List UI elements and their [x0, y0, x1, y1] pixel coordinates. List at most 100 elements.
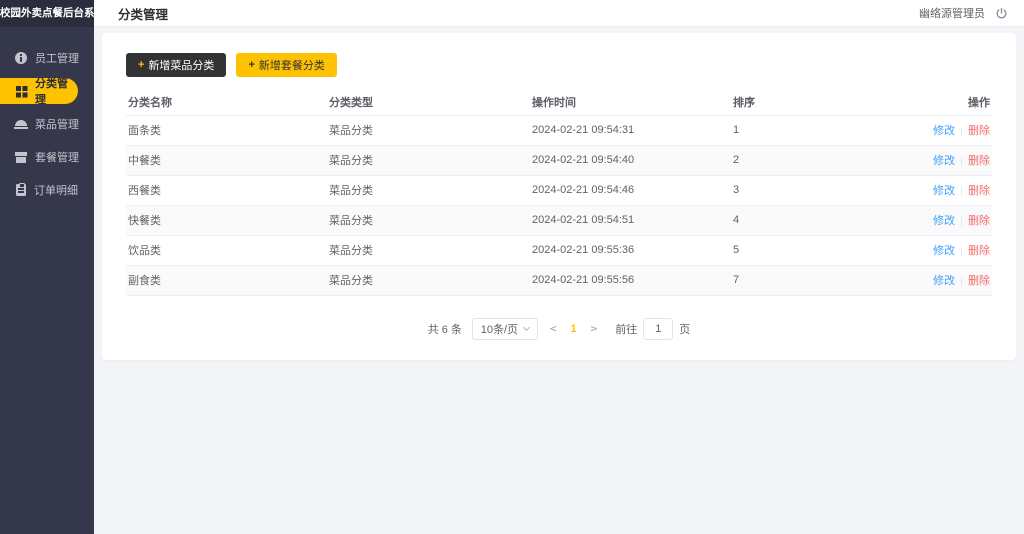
cell-type: 菜品分类	[327, 265, 530, 295]
sidebar-menu: 员工管理 分类管理 菜品管理 套餐管理 订单明细	[0, 27, 94, 203]
cell-name: 中餐类	[126, 145, 327, 175]
cell-sort: 3	[731, 175, 931, 205]
user-info-icon	[15, 52, 27, 64]
cell-type: 菜品分类	[327, 115, 530, 145]
app-title: 校园外卖点餐后台系统	[0, 0, 94, 27]
cell-time: 2024-02-21 09:54:31	[530, 115, 731, 145]
delete-link[interactable]: 删除	[968, 245, 990, 257]
col-time: 操作时间	[530, 89, 731, 115]
chevron-down-icon	[523, 323, 530, 330]
sidebar-item-combos[interactable]: 套餐管理	[0, 144, 94, 170]
table-row: 中餐类菜品分类2024-02-21 09:54:402修改 删除	[126, 145, 992, 175]
cell-time: 2024-02-21 09:54:51	[530, 205, 731, 235]
cell-time: 2024-02-21 09:54:40	[530, 145, 731, 175]
plus-icon: +	[248, 59, 254, 71]
row-actions: 修改 删除	[931, 235, 992, 265]
delete-link[interactable]: 删除	[968, 185, 990, 197]
add-combo-category-button[interactable]: + 新增套餐分类	[236, 53, 336, 77]
pagination-total: 共 6 条	[428, 321, 462, 337]
sidebar-item-label: 菜品管理	[35, 116, 79, 132]
action-divider	[961, 247, 962, 256]
delete-link[interactable]: 删除	[968, 275, 990, 287]
edit-link[interactable]: 修改	[933, 275, 955, 287]
category-table: 分类名称 分类类型 操作时间 排序 操作 面条类菜品分类2024-02-21 0…	[126, 89, 992, 296]
action-divider	[961, 127, 962, 136]
action-divider	[961, 157, 962, 166]
clipboard-icon	[16, 184, 26, 196]
sidebar-item-dishes[interactable]: 菜品管理	[0, 111, 94, 137]
cell-type: 菜品分类	[327, 145, 530, 175]
sidebar-item-label: 员工管理	[35, 50, 79, 66]
edit-link[interactable]: 修改	[933, 245, 955, 257]
sidebar-item-label: 订单明细	[34, 182, 78, 198]
category-card: + 新增菜品分类 + 新增套餐分类 分类名称 分类类型 操作时间	[102, 33, 1016, 360]
cell-name: 快餐类	[126, 205, 327, 235]
row-actions: 修改 删除	[931, 145, 992, 175]
table-row: 饮品类菜品分类2024-02-21 09:55:365修改删除	[126, 235, 992, 265]
goto-page-input[interactable]	[643, 318, 673, 340]
edit-link[interactable]: 修改	[933, 215, 955, 227]
edit-link[interactable]: 修改	[933, 155, 955, 167]
sidebar: 校园外卖点餐后台系统 员工管理 分类管理 菜品管理 套餐管理 订单明细	[0, 0, 94, 534]
cell-type: 菜品分类	[327, 205, 530, 235]
cell-type: 菜品分类	[327, 175, 530, 205]
delete-link[interactable]: 删除	[968, 155, 990, 167]
plus-icon: +	[138, 59, 144, 71]
row-actions: 修改 删除	[931, 205, 992, 235]
action-divider	[961, 277, 962, 286]
action-divider	[961, 187, 962, 196]
cell-sort: 1	[731, 115, 931, 145]
row-actions: 修改 删除	[931, 265, 992, 295]
toolbar: + 新增菜品分类 + 新增套餐分类	[126, 53, 992, 77]
main-area: 分类管理 幽络源管理员 + 新增菜品分类 + 新增套餐分类	[94, 0, 1024, 366]
row-actions: 修改 删除	[931, 175, 992, 205]
page-title: 分类管理	[118, 4, 168, 23]
cell-time: 2024-02-21 09:55:56	[530, 265, 731, 295]
table-row: 副食类菜品分类2024-02-21 09:55:567修改删除	[126, 265, 992, 295]
sidebar-item-categories[interactable]: 分类管理	[0, 78, 78, 104]
table-row: 快餐类菜品分类2024-02-21 09:54:514修改 删除	[126, 205, 992, 235]
delete-link[interactable]: 删除	[968, 215, 990, 227]
add-dish-category-button[interactable]: + 新增菜品分类	[126, 53, 226, 77]
current-page[interactable]: 1	[569, 323, 579, 335]
prev-page-button[interactable]: <	[548, 322, 559, 335]
topbar: 分类管理 幽络源管理员	[94, 0, 1024, 27]
col-actions: 操作	[931, 89, 992, 115]
sidebar-item-label: 分类管理	[35, 75, 78, 107]
content: + 新增菜品分类 + 新增套餐分类 分类名称 分类类型 操作时间	[94, 27, 1024, 366]
sidebar-item-label: 套餐管理	[35, 149, 79, 165]
cell-name: 副食类	[126, 265, 327, 295]
sidebar-item-orders[interactable]: 订单明细	[0, 177, 94, 203]
table-body: 面条类菜品分类2024-02-21 09:54:311修改删除中餐类菜品分类20…	[126, 115, 992, 295]
col-sort: 排序	[731, 89, 931, 115]
cell-name: 饮品类	[126, 235, 327, 265]
cell-sort: 5	[731, 235, 931, 265]
action-divider	[961, 217, 962, 226]
table-row: 面条类菜品分类2024-02-21 09:54:311修改 删除	[126, 115, 992, 145]
logout-power-icon[interactable]	[995, 7, 1008, 20]
edit-link[interactable]: 修改	[933, 185, 955, 197]
col-name: 分类名称	[126, 89, 327, 115]
row-actions: 修改 删除	[931, 115, 992, 145]
cell-time: 2024-02-21 09:54:46	[530, 175, 731, 205]
cell-sort: 4	[731, 205, 931, 235]
gift-icon	[15, 151, 27, 163]
grid-icon	[15, 85, 27, 97]
cell-sort: 2	[731, 145, 931, 175]
edit-link[interactable]: 修改	[933, 125, 955, 137]
col-type: 分类类型	[327, 89, 530, 115]
current-user: 幽络源管理员	[919, 5, 985, 21]
goto-label: 前往	[615, 321, 637, 337]
page-size-select[interactable]: 10条/页	[472, 318, 538, 340]
table-row: 西餐类菜品分类2024-02-21 09:54:463修改 删除	[126, 175, 992, 205]
table-header-row: 分类名称 分类类型 操作时间 排序 操作	[126, 89, 992, 115]
dish-cloche-icon	[15, 118, 27, 130]
sidebar-item-employees[interactable]: 员工管理	[0, 45, 94, 71]
cell-name: 西餐类	[126, 175, 327, 205]
goto-suffix: 页	[679, 321, 690, 337]
pagination: 共 6 条 10条/页 < 1 > 前往 页	[126, 318, 992, 340]
cell-type: 菜品分类	[327, 235, 530, 265]
delete-link[interactable]: 删除	[968, 125, 990, 137]
cell-name: 面条类	[126, 115, 327, 145]
next-page-button[interactable]: >	[589, 322, 600, 335]
